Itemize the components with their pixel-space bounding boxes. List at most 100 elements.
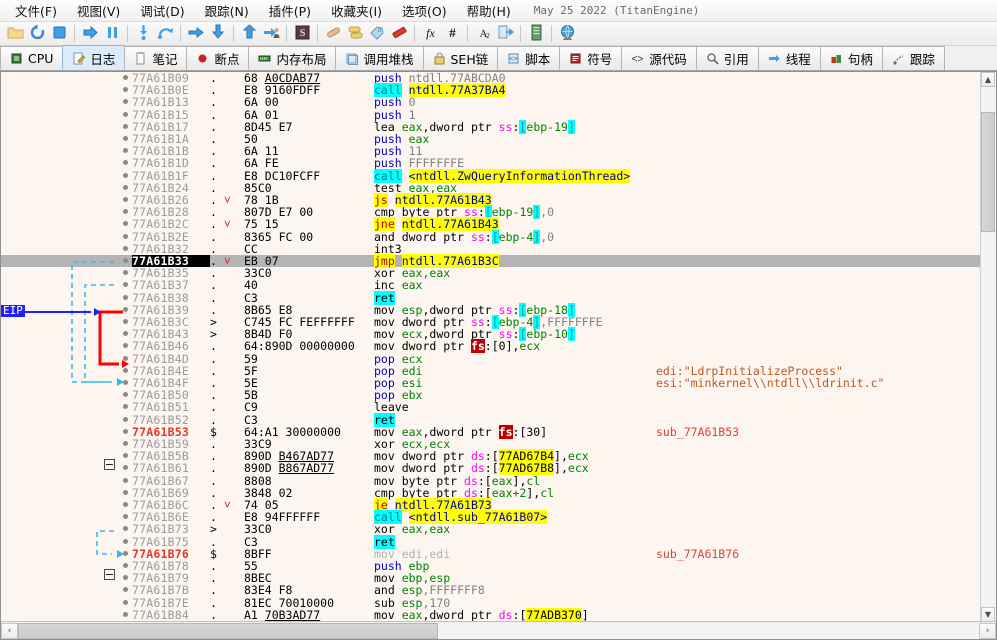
breakpoint-toggle[interactable] <box>119 414 131 426</box>
breakpoint-toggle[interactable] <box>119 438 131 450</box>
run-to-user-code-button[interactable] <box>260 23 282 45</box>
disassembly-row[interactable]: 77A61B1F. E8 DC10FCFF call <ntdll.ZwQueryI… <box>1 168 996 183</box>
breakpoint-toggle[interactable] <box>119 304 131 316</box>
disassembly-row[interactable]: 77A61B73 >33C0 xor eax,eax <box>1 523 996 536</box>
breakpoint-toggle[interactable] <box>119 182 131 194</box>
tab-符号[interactable]: 符号 <box>559 46 623 70</box>
breakpoint-toggle[interactable] <box>119 353 131 365</box>
collapse-function-button-1[interactable] <box>104 459 115 470</box>
breakpoint-toggle[interactable] <box>119 255 131 267</box>
horizontal-scroll-track[interactable] <box>18 622 979 639</box>
cpu-disassembly-pane[interactable]: 77A61B09. 68 A0CDAB77 push ntdll.77ABCDA0 7… <box>0 71 997 640</box>
scroll-up-arrow[interactable]: ▲ <box>981 72 995 87</box>
scroll-down-arrow[interactable]: ▼ <box>981 607 995 622</box>
breakpoint-toggle[interactable] <box>119 365 131 377</box>
menu-item-4[interactable]: 插件(P) <box>260 0 320 22</box>
disassembly-row[interactable]: 77A61B2E. 8365 FC 00 and dword ptr ss:[ebp… <box>1 229 996 244</box>
breakpoint-toggle[interactable] <box>119 560 131 572</box>
tab-句柄[interactable]: 句柄 <box>819 46 883 70</box>
breakpoint-toggle[interactable] <box>119 231 131 243</box>
trace-over-button[interactable] <box>207 23 229 45</box>
breakpoint-toggle[interactable] <box>119 475 131 487</box>
breakpoint-toggle[interactable] <box>119 194 131 206</box>
tab-调用堆栈[interactable]: 调用堆栈 <box>335 46 424 70</box>
breakpoint-toggle[interactable] <box>119 572 131 584</box>
breakpoint-toggle[interactable] <box>119 72 131 84</box>
disassembly-row[interactable]: 77A61B7B. 83E4 F8 and esp,FFFFFFF8 <box>1 584 996 597</box>
breakpoint-toggle[interactable] <box>119 377 131 389</box>
tab-内存布局[interactable]: 内存布局 <box>248 46 337 70</box>
tab-SEH链[interactable]: SEH链 <box>422 46 499 70</box>
settings-button[interactable] <box>525 23 547 45</box>
calculator-button[interactable]: fx <box>419 23 441 45</box>
breakpoint-toggle[interactable] <box>119 292 131 304</box>
breakpoint-toggle[interactable] <box>119 243 131 255</box>
menu-item-1[interactable]: 视图(V) <box>68 0 129 22</box>
menu-item-0[interactable]: 文件(F) <box>6 0 66 22</box>
open-file-button[interactable] <box>4 23 26 45</box>
restart-button[interactable] <box>26 23 48 45</box>
pause-button[interactable] <box>101 23 123 45</box>
disassembly-row[interactable]: 77A61B37. 40 inc eax <box>1 279 996 292</box>
text-button[interactable]: A2 <box>472 23 494 45</box>
breakpoint-toggle[interactable] <box>119 157 131 169</box>
breakpoint-toggle[interactable] <box>119 340 131 352</box>
tab-引用[interactable]: 引用 <box>695 46 759 70</box>
horizontal-scroll-thumb[interactable] <box>18 622 438 639</box>
breakpoint-toggle[interactable] <box>119 145 131 157</box>
disassembly-vertical-scrollbar[interactable]: ▲ ▼ <box>980 72 996 622</box>
breakpoint-toggle[interactable] <box>119 316 131 328</box>
breakpoint-toggle[interactable] <box>119 609 131 621</box>
breakpoint-toggle[interactable] <box>119 133 131 145</box>
breakpoint-toggle[interactable] <box>119 462 131 474</box>
run-button[interactable] <box>79 23 101 45</box>
menu-item-3[interactable]: 跟踪(N) <box>196 0 258 22</box>
menu-item-5[interactable]: 收藏夹(I) <box>322 0 391 22</box>
breakpoint-toggle[interactable] <box>119 267 131 279</box>
scylla-button[interactable]: S <box>291 23 313 45</box>
breakpoint-toggle[interactable] <box>119 328 131 340</box>
breakpoint-toggle[interactable] <box>119 401 131 413</box>
breakpoint-toggle[interactable] <box>119 218 131 230</box>
breakpoint-toggle[interactable] <box>119 109 131 121</box>
disassembly-row[interactable]: 77A61B46. 64:890D 00000000 mov dword ptr f… <box>1 339 996 354</box>
hash-button[interactable]: # <box>441 23 463 45</box>
breakpoint-toggle[interactable] <box>119 279 131 291</box>
scroll-left-arrow[interactable]: ‹ <box>1 622 18 639</box>
tab-跟踪[interactable]: 跟踪 <box>881 46 945 70</box>
menu-item-2[interactable]: 调试(D) <box>131 0 193 22</box>
breakpoint-toggle[interactable] <box>119 426 131 438</box>
breakpoint-toggle[interactable] <box>119 487 131 499</box>
patch-button[interactable] <box>322 23 344 45</box>
breakpoint-toggle[interactable] <box>119 499 131 511</box>
menu-item-6[interactable]: 选项(O) <box>393 0 456 22</box>
tab-笔记[interactable]: 笔记 <box>124 46 188 70</box>
breakpoints-button[interactable] <box>366 23 388 45</box>
tab-线程[interactable]: 线程 <box>757 46 821 70</box>
attach-button[interactable] <box>494 23 516 45</box>
breakpoint-toggle[interactable] <box>119 584 131 596</box>
breakpoint-toggle[interactable] <box>119 511 131 523</box>
execute-till-return-button[interactable] <box>238 23 260 45</box>
tab-断点[interactable]: 断点 <box>186 46 250 70</box>
memory-map-button[interactable] <box>388 23 410 45</box>
breakpoint-toggle[interactable] <box>119 84 131 96</box>
disassembly-row[interactable]: 77A61B75. C3 ret <box>1 534 996 549</box>
stop-button[interactable] <box>48 23 70 45</box>
tab-脚本[interactable]: <> 脚本 <box>497 46 561 70</box>
trace-into-button[interactable] <box>185 23 207 45</box>
disassembly-row[interactable]: 77A61B51. C9 leave <box>1 401 996 414</box>
disassembly-row[interactable]: 77A61B4D. 59 pop ecx <box>1 352 996 365</box>
breakpoint-toggle[interactable] <box>119 523 131 535</box>
tab-日志[interactable]: 日志 <box>62 45 126 70</box>
breakpoint-toggle[interactable] <box>119 121 131 133</box>
vertical-scroll-thumb[interactable] <box>981 112 995 232</box>
disassembly-list[interactable]: 77A61B09. 68 A0CDAB77 push ntdll.77ABCDA0 7… <box>1 72 996 622</box>
tab-CPU[interactable]: CPU <box>0 46 64 70</box>
scroll-right-arrow[interactable]: › <box>979 622 996 639</box>
breakpoint-toggle[interactable] <box>119 536 131 548</box>
breakpoint-toggle[interactable] <box>119 597 131 609</box>
breakpoint-toggle[interactable] <box>119 548 131 560</box>
log-window-button[interactable] <box>344 23 366 45</box>
step-into-button[interactable] <box>132 23 154 45</box>
